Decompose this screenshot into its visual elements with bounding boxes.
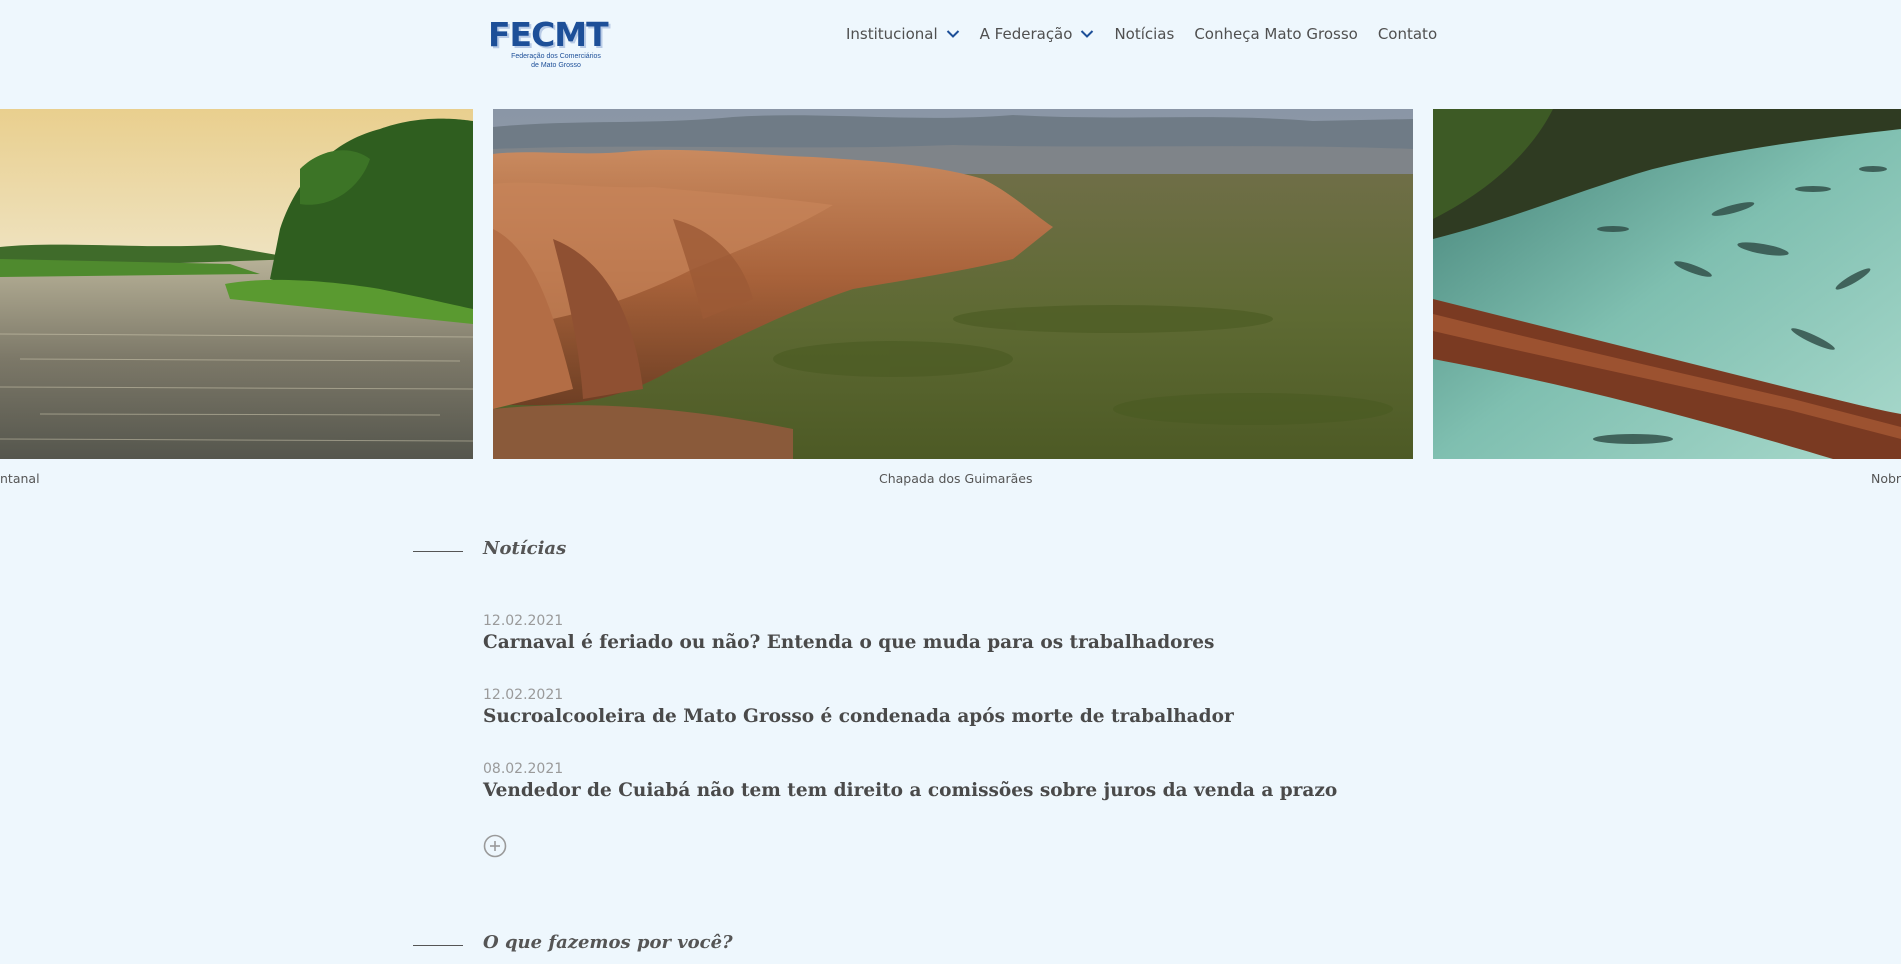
news-date: 08.02.2021 [483,761,564,777]
carousel-slide-chapada-image[interactable] [493,109,1413,459]
chevron-down-icon [1081,30,1094,38]
news-title-link[interactable]: Sucroalcooleira de Mato Grosso é condena… [483,704,1383,730]
nav-item-contato[interactable]: Contato [1378,25,1437,43]
news-title-link[interactable]: Carnaval é feriado ou não? Entenda o que… [483,630,1383,656]
more-news-button[interactable] [483,834,507,858]
chevron-down-icon [946,30,959,38]
nav-item-label: Contato [1377,25,1438,43]
nav-item-a-federacao[interactable]: A Federação [980,25,1095,43]
logo-wordmark: FECMT [488,15,609,54]
photo-carousel[interactable]: ntanal Chapada dos Guimarães Nobr [0,109,1901,499]
news-date: 12.02.2021 [483,613,564,629]
nav-item-institucional[interactable]: Institucional [846,25,960,43]
main-nav: Institucional A Federação Notícias Conhe… [846,22,1437,46]
services-heading-rule [413,945,463,946]
carousel-slide-chapada-caption: Chapada dos Guimarães [879,471,1033,486]
news-heading-rule [413,551,463,552]
plus-circle-icon [483,834,507,858]
nav-item-label: Notícias [1114,25,1175,43]
logo-subtitle-line2: de Mato Grosso [531,62,581,69]
nav-item-conheca-mato-grosso[interactable]: Conheça Mato Grosso [1194,25,1358,43]
site-header: FECMT Federação dos Comerciários de Mato… [0,0,1901,100]
news-item[interactable]: 12.02.2021 Sucroalcooleira de Mato Gross… [483,686,1383,760]
news-list: 12.02.2021 Carnaval é feriado ou não? En… [483,612,1383,834]
nav-item-label: Conheça Mato Grosso [1194,25,1358,43]
news-heading: Notícias [483,538,567,559]
news-item[interactable]: 08.02.2021 Vendedor de Cuiabá não tem te… [483,760,1383,834]
carousel-slide-clear-water-image[interactable] [1433,109,1901,459]
news-item[interactable]: 12.02.2021 Carnaval é feriado ou não? En… [483,612,1383,686]
carousel-slide-pantanal-caption: ntanal [0,471,40,486]
news-date: 12.02.2021 [483,687,564,703]
nav-item-label: A Federação [979,25,1073,43]
fecmt-logo[interactable]: FECMT Federação dos Comerciários de Mato… [488,18,624,74]
news-title-link[interactable]: Vendedor de Cuiabá não tem tem direito a… [483,778,1383,804]
carousel-slide-clear-water-caption: Nobr [1871,471,1901,486]
carousel-slide-pantanal-image[interactable] [0,109,473,459]
nav-item-label: Institucional [846,25,938,43]
nav-item-noticias[interactable]: Notícias [1114,25,1174,43]
services-heading: O que fazemos por você? [483,932,733,953]
